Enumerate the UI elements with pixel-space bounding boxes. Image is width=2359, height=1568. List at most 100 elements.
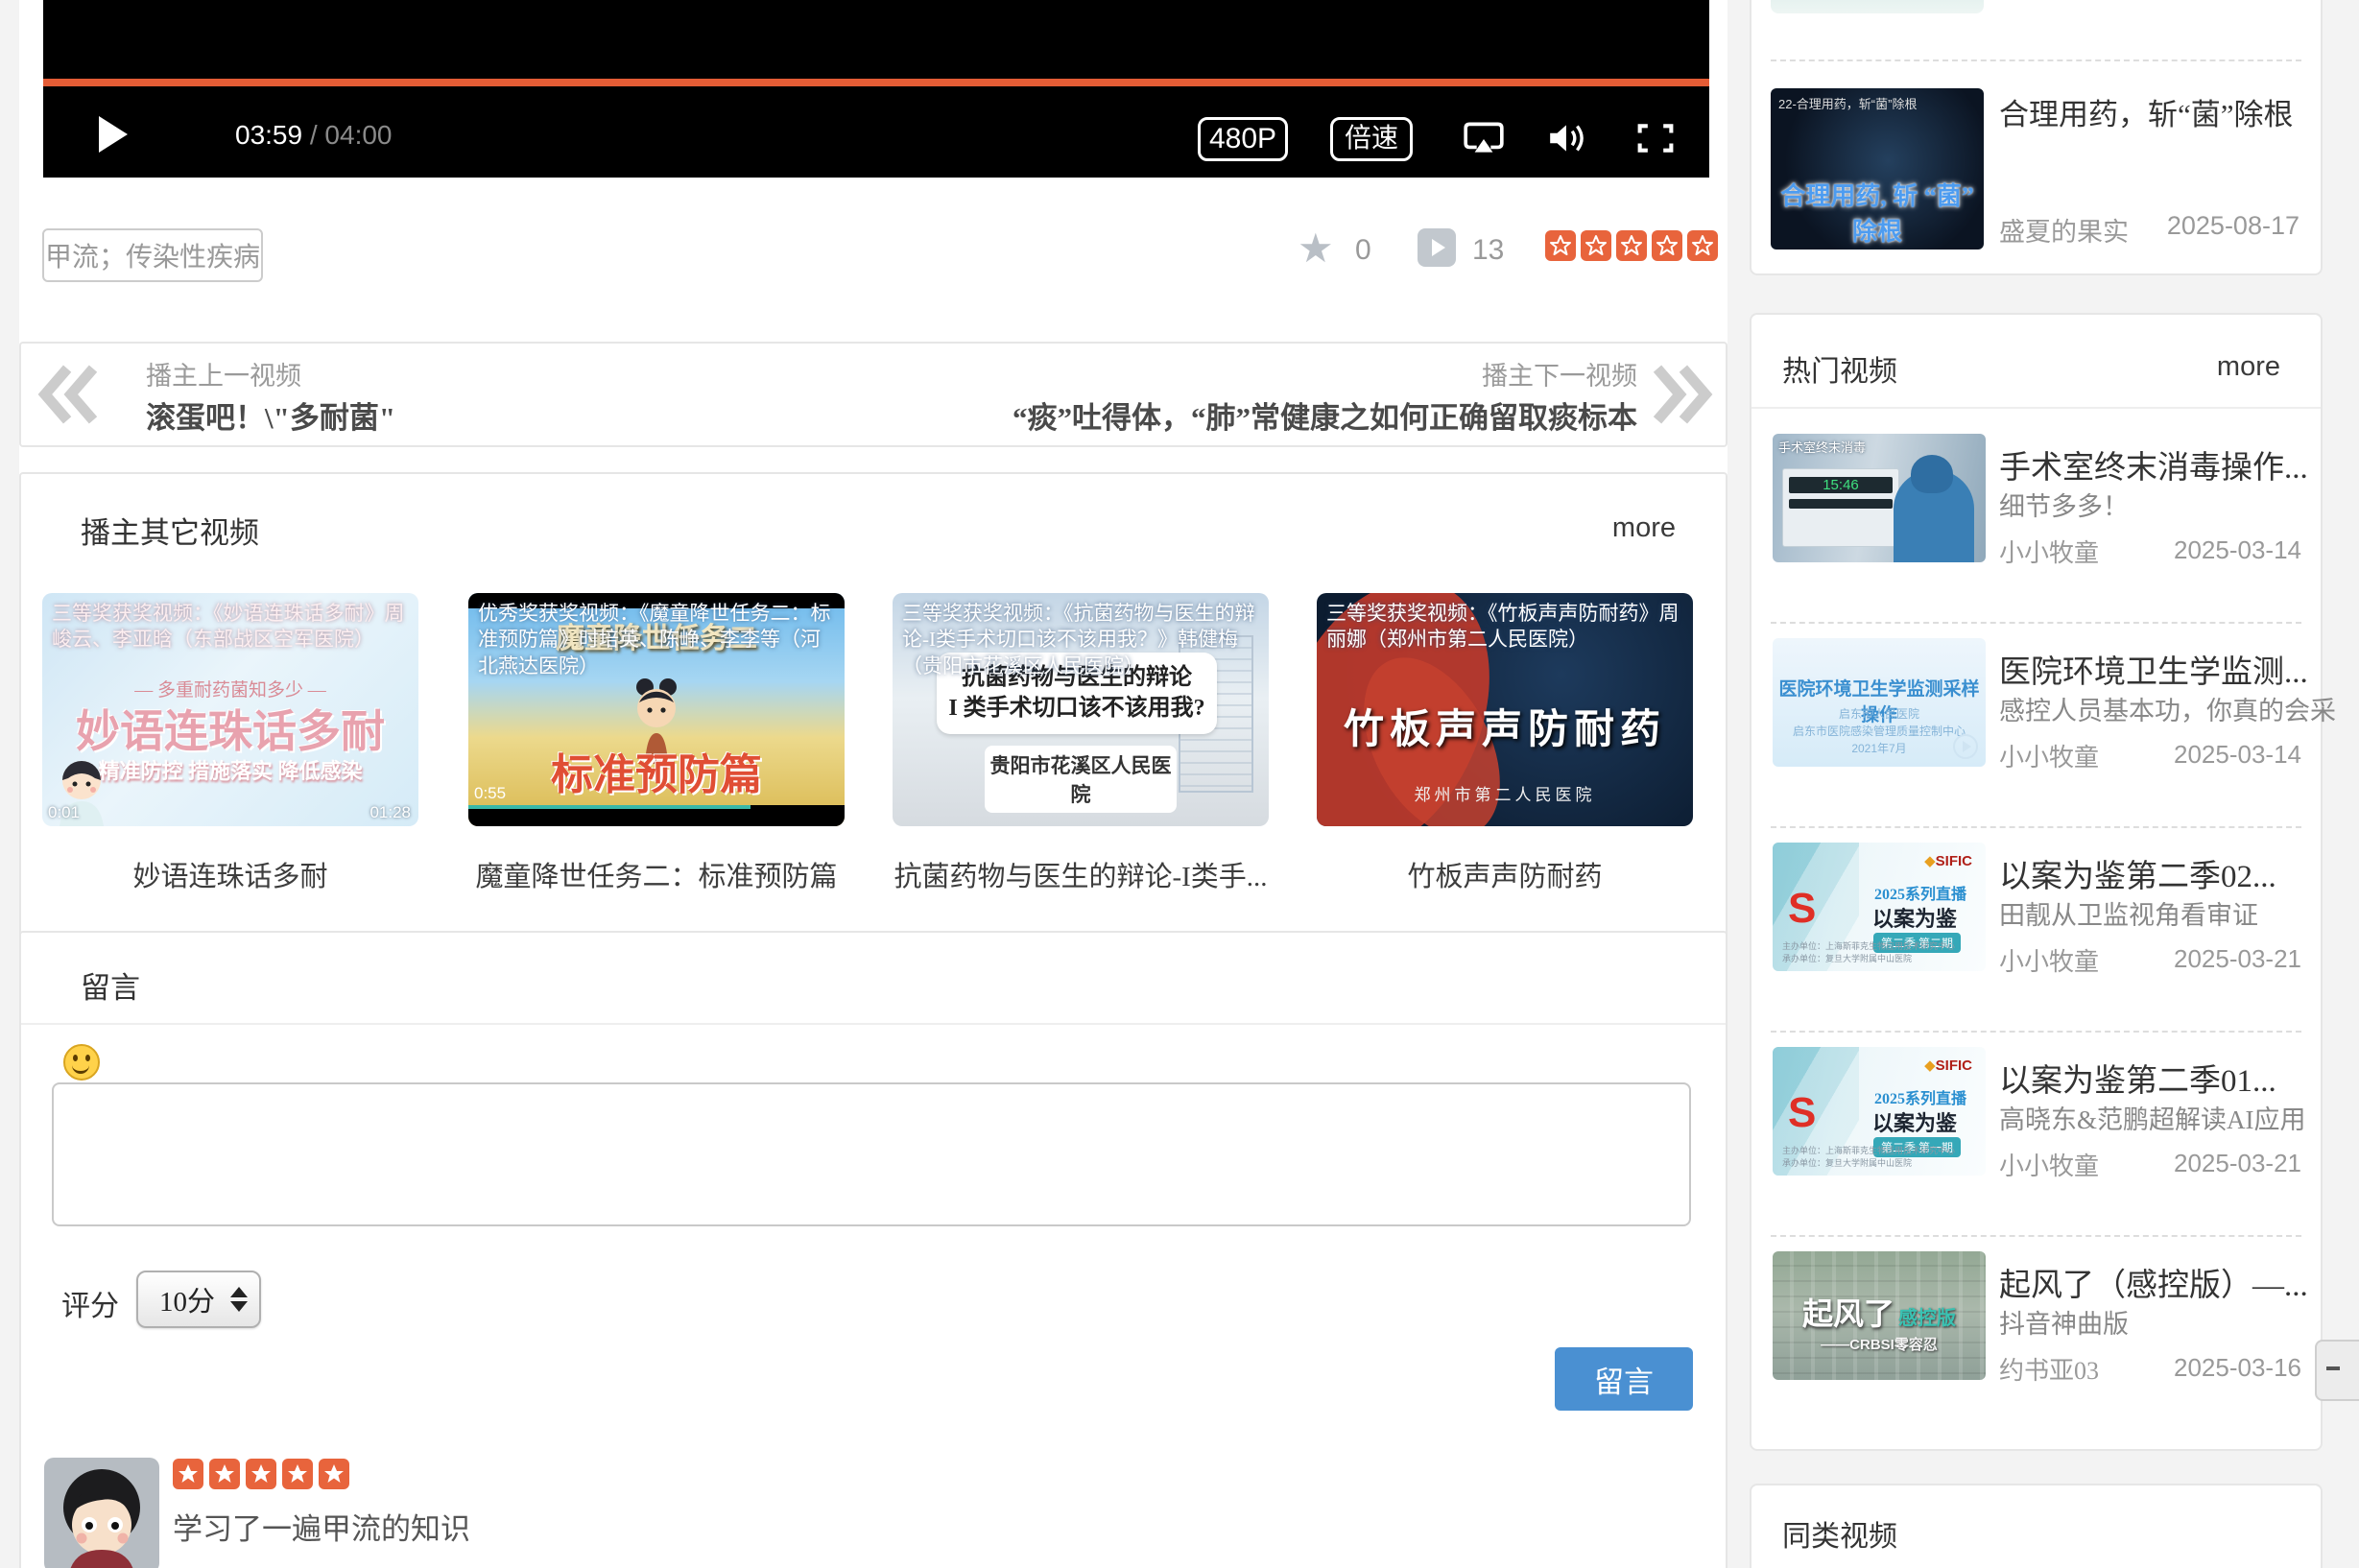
favorite-count: 0 <box>1355 234 1371 267</box>
video-author[interactable]: 约书亚03 <box>1999 1351 2099 1387</box>
speed-button[interactable]: 倍速 <box>1330 117 1413 161</box>
video-author[interactable]: 小小牧童 <box>1999 1147 2099 1182</box>
favorite-star-icon[interactable]: ★ <box>1298 225 1334 273</box>
video-thumbnail[interactable]: S ◆SIFIC 2025系列直播 以案为鉴 第二季 第一期 主办单位：上海斯菲… <box>1773 1047 1986 1176</box>
prev-video-button[interactable] <box>36 363 107 431</box>
scroll-widget-icon <box>2326 1366 2340 1370</box>
prev-video-label: 播主上一视频 <box>146 355 301 392</box>
led-display: 15:46 <box>1789 477 1893 493</box>
video-title[interactable]: 妙语连珠话多耐 <box>42 854 418 894</box>
more-link[interactable]: more <box>2217 351 2280 383</box>
quality-button[interactable]: 480P <box>1198 117 1288 161</box>
video-subtitle: 感控人员基本功，你真的会采 <box>1999 690 2336 727</box>
airplay-button[interactable] <box>1462 119 1506 162</box>
thumb-overlay-text: 三等奖获奖视频：《抗菌药物与医生的辩论-I类手术切口该不该用我？》韩健梅（贵阳市… <box>893 593 1269 687</box>
thumb-sub-text: ——CRBSI零容忍 <box>1773 1334 1986 1354</box>
section-title: 播主其它视频 <box>81 509 259 552</box>
panel-graphic: 15:46 <box>1782 468 1899 547</box>
rating-star-icon[interactable] <box>1652 230 1682 261</box>
related-videos-card: 同类视频 <box>1750 1484 2323 1568</box>
video-thumbnail[interactable]: 魔童降世任务二 标准预防篇 优秀奖获奖视频：《魔童降世任务二：标准预防篇》时培英… <box>468 593 845 826</box>
fullscreen-icon <box>1636 121 1675 155</box>
video-subtitle: 细节多多！ <box>1999 486 2129 523</box>
video-title[interactable]: 手术室终末消毒操作... <box>1999 441 2306 487</box>
video-title[interactable]: 起风了（感控版）—... <box>1999 1259 2306 1305</box>
video-date: 2025-03-21 <box>2174 944 2301 974</box>
rating-star-icon[interactable] <box>1581 230 1611 261</box>
play-icon <box>99 116 128 153</box>
sific-s-logo: S <box>1788 885 1816 933</box>
thumb-overlay-text: 优秀奖获奖视频：《魔童降世任务二：标准预防篇》时培英、陈峥、李李等（河北燕达医院… <box>468 593 845 687</box>
video-thumbnail[interactable]: S ◆SIFIC 2025系列直播 以案为鉴 第二季 第二期 主办单位：上海斯菲… <box>1773 843 1986 971</box>
thumb-time-start: 0:01 <box>48 803 80 822</box>
prev-video-title[interactable]: 滚蛋吧！\"多耐菌" <box>146 393 395 437</box>
video-author[interactable]: 小小牧童 <box>1999 942 2099 978</box>
thumb-org-line: 主办单位：上海斯菲克生物应用技术研究中心 <box>1782 939 1955 952</box>
thumb-main-text: 竹板声声防耐药 <box>1317 697 1693 755</box>
video-title[interactable]: 医院环境卫生学监测... <box>1999 646 2306 692</box>
video-subtitle: 田靓从卫监视角看审证 <box>1999 894 2258 932</box>
rating-select[interactable]: 10分 <box>136 1271 261 1328</box>
thumb-time-start: 0:55 <box>474 784 506 803</box>
comment-input[interactable] <box>52 1082 1691 1226</box>
uploader-other-videos-section: 播主其它视频 more 三等奖获奖视频：《妙语连珠话多耐》周峻云、李亚晗（东部战… <box>19 472 1728 948</box>
thumb-main-text: 起风了 感控版 <box>1773 1290 1986 1334</box>
thumb-live-text: 2025系列直播 <box>1874 1085 1966 1108</box>
scroll-widget[interactable] <box>2315 1340 2359 1401</box>
video-thumbnail[interactable]: 竹板声声防耐药 郑州市第二人民医院 三等奖获奖视频：《竹板声声防耐药》周丽娜（郑… <box>1317 593 1693 826</box>
rating-star-icon[interactable] <box>1545 230 1576 261</box>
video-thumbnail[interactable]: 抗菌药物与医生的辩论 I 类手术切口该不该用我? 贵阳市花溪区人民医院 三等奖获… <box>893 593 1269 826</box>
video-thumbnail[interactable]: 医院环境卫生学监测采样操作 启东市人民医院 启东市医院感染管理质量控制中心 20… <box>1773 638 1986 767</box>
video-title[interactable]: 抗菌药物与医生的辩论-I类手... <box>893 854 1269 894</box>
emoji-picker-button[interactable] <box>63 1044 100 1081</box>
video-date: 2025-08-17 <box>2167 211 2299 241</box>
more-link[interactable]: more <box>1612 512 1676 544</box>
thumb-org-line: 主办单位：上海斯菲克生物适用技术研究中心 <box>1782 1144 1955 1156</box>
video-thumbnail[interactable]: 22-合理用药，斩“菌”除根 合理用药, 斩 “菌” 除根 <box>1771 88 1984 249</box>
thumb-sub-text: 郑州市第二人民医院 <box>1317 781 1693 805</box>
video-author[interactable]: 小小牧童 <box>1999 738 2099 773</box>
video-tag: 甲流；传染性疾病 <box>42 228 263 282</box>
avatar-boy-icon <box>44 1458 159 1568</box>
thumb-line: 启东市医院感染管理质量控制中心 <box>1773 723 1986 739</box>
submit-comment-button[interactable]: 留言 <box>1555 1347 1693 1411</box>
video-thumbnail[interactable]: 三等奖获奖视频：《妙语连珠话多耐》周峻云、李亚晗（东部战区空军医院） — 多重耐… <box>42 593 418 826</box>
rating-star-icon[interactable] <box>1616 230 1647 261</box>
video-thumbnail[interactable]: 15:46 手术室终末消毒 <box>1773 434 1986 562</box>
video-title[interactable]: 以案为鉴第二季02... <box>1999 850 2306 896</box>
comment-star-icon <box>173 1459 203 1489</box>
progress-bar[interactable] <box>43 79 1709 86</box>
video-author[interactable]: 小小牧童 <box>1999 534 2099 569</box>
thumb-line: 启东市人民医院 <box>1773 705 1986 722</box>
thumb-sub-text: 贵阳市花溪区人民医院 <box>985 746 1177 813</box>
play-button[interactable] <box>99 116 128 153</box>
thumb-overlay-text: 三等奖获奖视频：《妙语连珠话多耐》周峻云、李亚晗（东部战区空军医院） <box>42 593 418 661</box>
related-videos-title: 同类视频 <box>1782 1512 1897 1555</box>
next-video-button[interactable] <box>1643 363 1714 431</box>
thumb-main-text2: I 类手术切口该不该用我? <box>942 693 1211 724</box>
rating-star-icon[interactable] <box>1687 230 1718 261</box>
play-count: 13 <box>1472 234 1504 267</box>
rating-stars[interactable] <box>1545 230 1718 261</box>
thumb-time-end: 01:28 <box>369 803 411 822</box>
video-title[interactable]: 以案为鉴第二季01... <box>1999 1055 2306 1101</box>
next-video-title[interactable]: “痰”吐得体，“肺”常健康之如何正确留取痰标本 <box>1013 393 1637 437</box>
thumb-org-line: 承办单位：复旦大学附属中山医院 <box>1782 952 1912 964</box>
video-date: 2025-03-21 <box>2174 1149 2301 1178</box>
video-date: 2025-03-14 <box>2174 740 2301 770</box>
video-title[interactable]: 合理用药，斩“菌”除根 <box>1999 90 2294 133</box>
comment-star-icon <box>246 1459 276 1489</box>
airplay-icon <box>1462 119 1506 157</box>
partial-thumbnail[interactable] <box>1771 0 1984 13</box>
double-chevron-right-icon <box>1643 363 1714 426</box>
video-date: 2025-03-16 <box>2174 1353 2301 1383</box>
video-title[interactable]: 竹板声声防耐药 <box>1317 854 1693 894</box>
fullscreen-button[interactable] <box>1636 121 1675 160</box>
video-title[interactable]: 魔童降世任务二：标准预防篇 <box>468 854 845 894</box>
thumb-main-text: 以案为鉴 <box>1872 902 1957 933</box>
mini-play-icon <box>1953 734 1978 759</box>
sific-logo: ◆SIFIC <box>1924 852 1972 869</box>
video-thumbnail[interactable]: 起风了 感控版 ——CRBSI零容忍 <box>1773 1251 1986 1380</box>
video-author[interactable]: 盛夏的果实 <box>1999 211 2129 249</box>
volume-button[interactable] <box>1546 119 1590 162</box>
